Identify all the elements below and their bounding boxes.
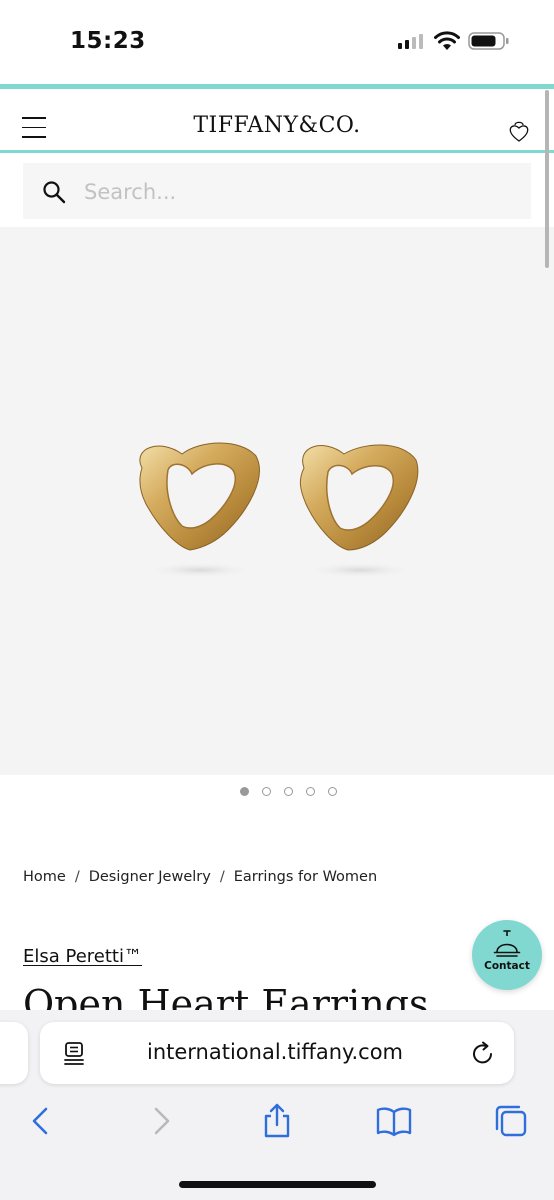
carousel-dot[interactable] [239, 787, 249, 796]
share-icon[interactable] [259, 1103, 295, 1139]
breadcrumb-item-earrings[interactable]: Earrings for Women [234, 869, 377, 885]
breadcrumb: Home / Designer Jewelry / Earrings for Women [23, 869, 377, 885]
status-bar: 15:23 [0, 0, 554, 84]
heart-bag-icon[interactable] [508, 119, 530, 143]
carousel-dot[interactable] [327, 787, 337, 796]
tabs-icon[interactable] [493, 1103, 529, 1139]
wifi-icon [434, 31, 460, 50]
breadcrumb-item-home[interactable]: Home [23, 869, 66, 885]
carousel-dot[interactable] [283, 787, 293, 796]
contact-label: Contact [484, 960, 530, 972]
reader-mode-icon[interactable] [63, 1041, 87, 1067]
breadcrumb-separator: / [74, 869, 80, 885]
battery-icon [468, 32, 509, 50]
carousel-dot[interactable] [305, 787, 315, 796]
chevron-left-icon[interactable] [23, 1103, 59, 1139]
search-input[interactable] [84, 176, 504, 208]
carousel-dot[interactable] [261, 787, 271, 796]
contact-button[interactable]: Contact [472, 920, 542, 990]
previous-tab-pill[interactable] [0, 1022, 28, 1084]
carousel-dots [0, 787, 554, 799]
product-earrings-image [139, 442, 419, 578]
home-indicator [179, 1181, 376, 1188]
breadcrumb-item-designer-jewelry[interactable]: Designer Jewelry [89, 869, 211, 885]
book-icon[interactable] [376, 1103, 412, 1139]
cellular-signal-icon [398, 34, 423, 49]
scrollbar-thumb[interactable] [545, 90, 549, 268]
reload-icon[interactable] [470, 1041, 496, 1067]
brand-logo[interactable]: TIFFANY&CO. [0, 113, 554, 138]
chevron-right-icon[interactable] [143, 1103, 179, 1139]
breadcrumb-separator: / [219, 869, 225, 885]
url-text[interactable]: international.tiffany.com [100, 1040, 450, 1064]
designer-link[interactable]: Elsa Peretti™ [23, 946, 142, 967]
search-icon [43, 181, 66, 204]
service-bell-icon [493, 930, 521, 957]
header-accent-bottom [0, 150, 554, 153]
status-time: 15:23 [70, 28, 146, 54]
